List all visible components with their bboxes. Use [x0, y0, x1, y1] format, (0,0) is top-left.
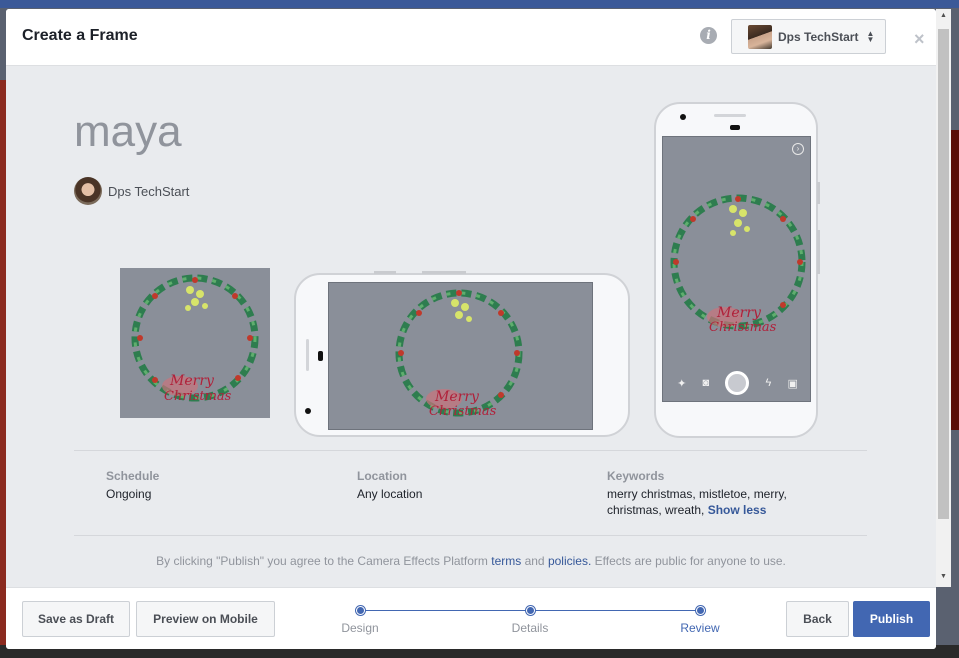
step-design[interactable]: Design	[320, 604, 400, 635]
account-name: Dps TechStart	[778, 29, 859, 44]
wreath-graphic: Merry Christmas	[395, 289, 523, 419]
scroll-down-icon[interactable]: ▼	[940, 573, 947, 580]
step-details[interactable]: Details	[490, 604, 570, 635]
camera-controls: ✦ ◙ ϟ ▣	[663, 365, 810, 401]
dialog-title: Create a Frame	[22, 27, 138, 44]
phone-button	[817, 230, 820, 274]
dialog-scrollbar[interactable]: ▲ ▼	[936, 9, 951, 587]
creator-name: Dps TechStart	[108, 183, 190, 199]
phone-sensor	[305, 408, 311, 414]
terms-suffix: Effects are public for anyone to use.	[594, 554, 786, 568]
gallery-icon: ▣	[787, 377, 798, 390]
close-icon[interactable]: ×	[914, 29, 925, 50]
account-avatar	[748, 24, 772, 49]
merry-text: Merry	[716, 305, 762, 321]
phone-camera	[730, 125, 740, 130]
sort-arrows-icon: ▲ ▼	[866, 28, 875, 44]
phone-button	[817, 182, 820, 204]
keywords-section: Keywords merry christmas, mistletoe, mer…	[607, 469, 807, 518]
phone-button	[422, 271, 466, 274]
location-value: Any location	[357, 487, 423, 501]
terms-prefix: By clicking "Publish" you agree to the C…	[156, 554, 488, 568]
step-node	[695, 606, 705, 615]
progress-stepper: Design Details Review	[336, 604, 720, 644]
creator-avatar	[74, 177, 102, 205]
phone-speaker	[714, 114, 746, 117]
flash-icon: ϟ	[765, 377, 772, 389]
forward-icon: ›	[792, 143, 804, 155]
step-node	[525, 606, 535, 615]
location-label: Location	[357, 469, 407, 483]
wreath-graphic: Merry Christmas	[131, 274, 259, 404]
frame-preview-square: Merry Christmas	[120, 268, 270, 418]
scroll-up-icon[interactable]: ▲	[940, 12, 947, 19]
back-button[interactable]: Back	[786, 601, 849, 637]
create-frame-dialog: Create a Frame i Dps TechStart ▲ ▼ × maya…	[6, 9, 936, 649]
policies-link[interactable]: policies.	[548, 554, 591, 568]
show-less-link[interactable]: Show less	[708, 503, 767, 517]
scrollbar-thumb[interactable]	[938, 29, 949, 519]
phone-button	[374, 271, 396, 274]
effect-title: maya	[74, 107, 182, 156]
shutter-button	[725, 371, 750, 395]
keywords-label: Keywords	[607, 469, 665, 483]
schedule-label: Schedule	[106, 469, 160, 483]
schedule-section: Schedule Ongoing	[106, 469, 159, 502]
step-node	[355, 606, 365, 615]
terms-notice: By clicking "Publish" you agree to the C…	[6, 554, 936, 568]
portrait-screen: › Merry Christmas ✦ ◙ ϟ ▣	[662, 136, 811, 402]
top-bar	[0, 0, 959, 8]
location-section: Location Any location	[357, 469, 422, 502]
account-selector[interactable]: Dps TechStart ▲ ▼	[731, 19, 886, 54]
merry-text: Merry	[434, 389, 480, 405]
dialog-header: Create a Frame i Dps TechStart ▲ ▼ ×	[6, 9, 936, 66]
step-label: Review	[680, 621, 720, 635]
magic-wand-icon: ✦	[677, 377, 687, 390]
wreath-graphic: Merry Christmas	[670, 194, 806, 335]
save-draft-button[interactable]: Save as Draft	[22, 601, 130, 637]
divider	[74, 450, 867, 451]
terms-and: and	[524, 554, 545, 568]
landscape-phone-preview: Merry Christmas	[294, 271, 630, 437]
step-label: Design	[341, 621, 379, 635]
merry-text: Merry	[169, 373, 215, 389]
phone-sensor	[680, 114, 686, 120]
terms-link[interactable]: terms	[491, 554, 521, 568]
keywords-value: merry christmas, mistletoe, merry, chris…	[607, 486, 807, 518]
step-review[interactable]: Review	[660, 604, 740, 635]
portrait-phone-preview: › Merry Christmas ✦ ◙ ϟ ▣	[654, 102, 820, 438]
landscape-screen: Merry Christmas	[328, 282, 593, 430]
preview-mobile-button[interactable]: Preview on Mobile	[136, 601, 275, 637]
info-icon[interactable]: i	[700, 27, 717, 44]
phone-camera	[318, 351, 323, 361]
christmas-text: Christmas	[709, 320, 777, 335]
step-label: Details	[511, 621, 549, 635]
dialog-footer: Save as Draft Preview on Mobile Design D…	[6, 587, 936, 649]
christmas-text: Christmas	[164, 389, 232, 404]
christmas-text: Christmas	[429, 404, 497, 419]
schedule-value: Ongoing	[106, 487, 152, 501]
publish-button[interactable]: Publish	[853, 601, 930, 637]
creator-info: Dps TechStart	[74, 177, 189, 205]
phone-speaker	[306, 339, 309, 371]
camera-icon: ◙	[702, 377, 710, 389]
divider	[74, 535, 867, 536]
